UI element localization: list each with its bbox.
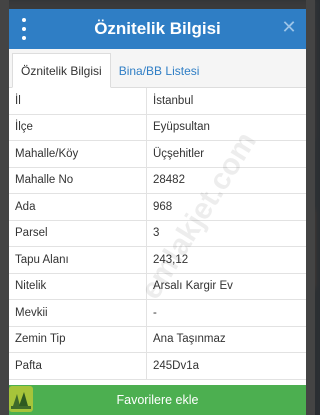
table-row: Mevkii - (9, 300, 306, 327)
row-key: Ada (9, 194, 147, 220)
table-row: Tapu Alanı 243,12 (9, 247, 306, 274)
row-key: Nitelik (9, 273, 147, 299)
tab-bar: Öznitelik Bilgisi Bina/BB Listesi (9, 49, 306, 88)
right-edge (306, 0, 315, 415)
row-value: 243,12 (153, 253, 189, 266)
row-value: Üçşehitler (153, 147, 205, 160)
add-favorite-button[interactable]: Favorilere ekle (9, 385, 306, 415)
row-value: 3 (153, 227, 160, 240)
row-key: Zemin Tip (9, 326, 147, 352)
dialog-title: Öznitelik Bilgisi (94, 19, 221, 38)
kebab-menu-icon[interactable] (21, 18, 27, 40)
table-row: Pafta 245Dv1a (9, 353, 306, 380)
row-key: İl (9, 88, 147, 114)
app-logo-icon[interactable] (9, 386, 33, 412)
close-icon[interactable]: ✕ (280, 18, 298, 36)
attribute-table: İl İstanbul İlçe Eyüpsultan Mahalle/Köy Üçş… (9, 88, 306, 380)
row-key: Mahalle No (9, 167, 147, 193)
left-edge (0, 0, 9, 415)
table-row: Mahalle/Köy Üçşehitler (9, 141, 306, 168)
table-row: İlçe Eyüpsultan (9, 114, 306, 141)
table-row: Zemin Tip Ana Taşınmaz (9, 326, 306, 353)
row-value: Ana Taşınmaz (153, 333, 226, 346)
row-value: - (153, 306, 157, 319)
tab-attribute-info[interactable]: Öznitelik Bilgisi (12, 53, 111, 88)
table-row: Parsel 3 (9, 220, 306, 247)
tab-building-list[interactable]: Bina/BB Listesi (111, 54, 208, 87)
attribute-dialog: Öznitelik Bilgisi ✕ Öznitelik Bilgisi Bi… (9, 9, 306, 415)
row-value: 968 (153, 200, 173, 213)
row-key: İlçe (9, 114, 147, 140)
row-key: Pafta (9, 353, 147, 379)
table-row: İl İstanbul (9, 88, 306, 115)
row-value: 245Dv1a (153, 359, 200, 372)
row-value: 28482 (153, 174, 185, 187)
row-key: Parsel (9, 220, 147, 246)
dialog-header: Öznitelik Bilgisi ✕ (9, 9, 306, 49)
row-key: Mevkii (9, 300, 147, 326)
row-value: İstanbul (153, 94, 194, 107)
table-row: Mahalle No 28482 (9, 167, 306, 194)
row-value: Arsalı Kargir Ev (153, 280, 233, 293)
row-key: Mahalle/Köy (9, 141, 147, 167)
row-key: Tapu Alanı (9, 247, 147, 273)
row-value: Eyüpsultan (153, 121, 210, 134)
table-row: Nitelik Arsalı Kargir Ev (9, 273, 306, 300)
table-row: Ada 968 (9, 194, 306, 221)
